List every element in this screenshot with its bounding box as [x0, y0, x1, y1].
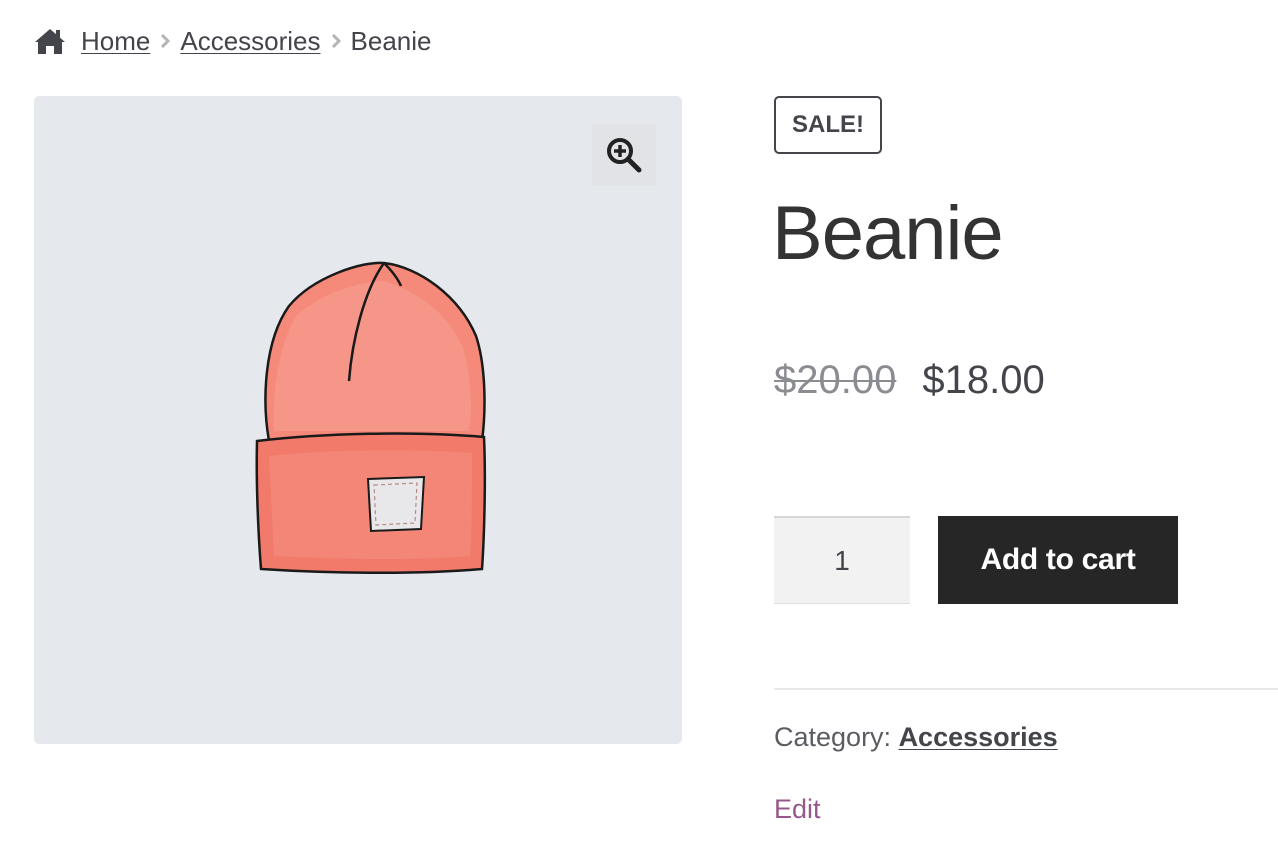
regular-price: $20.00 — [774, 358, 897, 402]
beanie-illustration — [255, 261, 487, 575]
product-price: $20.00 $18.00 — [774, 358, 1045, 403]
chevron-right-icon — [321, 34, 351, 48]
category-link[interactable]: Accessories — [899, 722, 1058, 752]
zoom-in-icon — [607, 138, 642, 173]
edit-link[interactable]: Edit — [774, 794, 821, 825]
sale-price: $18.00 — [922, 358, 1045, 402]
product-title: Beanie — [772, 191, 1004, 276]
breadcrumb-category-link[interactable]: Accessories — [180, 26, 320, 57]
breadcrumb-current: Beanie — [350, 25, 432, 56]
product-image[interactable] — [34, 96, 682, 744]
chevron-right-icon — [150, 34, 180, 48]
breadcrumb: Home Accessories Beanie — [34, 22, 431, 60]
product-meta: Category: Accessories — [774, 722, 1058, 753]
zoom-button[interactable] — [592, 124, 656, 186]
product-page: Home Accessories Beanie SALE! Beanie $20… — [0, 0, 1278, 860]
category-label: Category: — [774, 722, 899, 752]
breadcrumb-home-link[interactable]: Home — [81, 26, 150, 57]
divider — [774, 688, 1278, 690]
home-icon — [34, 27, 66, 55]
sale-badge: SALE! — [774, 96, 882, 154]
quantity-input[interactable] — [774, 516, 910, 604]
add-to-cart-button[interactable]: Add to cart — [938, 516, 1178, 604]
